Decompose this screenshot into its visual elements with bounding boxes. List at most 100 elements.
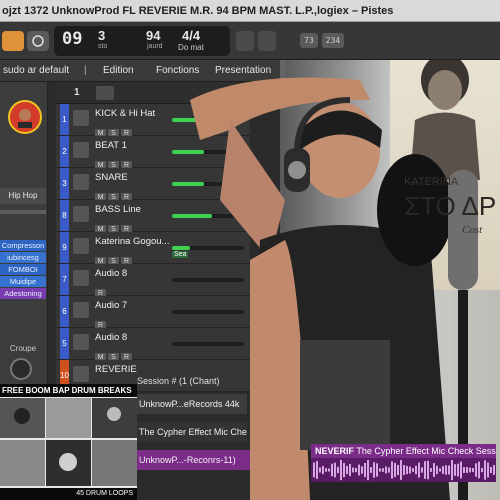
lcd-key: Do mat [178, 43, 204, 52]
waveform-bar [418, 462, 420, 478]
waveform-bar [409, 466, 411, 474]
waveform-bar [334, 462, 336, 478]
now-playing-artist: NEVERIF [315, 446, 355, 456]
waveform-bar [436, 465, 438, 475]
waveform-bar [448, 465, 450, 475]
waveform-bar [445, 465, 447, 475]
lcd-beat-label: sto [98, 43, 108, 50]
menu-item-edition[interactable]: Edition [103, 65, 134, 76]
metronome-button[interactable] [258, 31, 276, 51]
plugin-slot[interactable]: Compresson [0, 240, 46, 251]
waveform-bar [487, 462, 489, 478]
waveform-bar [430, 468, 432, 472]
singer-photo: KATERINA ΣΤΟ ΔΡ Cost [190, 60, 500, 500]
waveform-bar [463, 467, 465, 473]
track-extra: Sea [172, 251, 189, 258]
poster-sub: Cost [462, 224, 483, 236]
waveform-bar [370, 467, 372, 473]
waveform-bar [484, 460, 486, 480]
inspector-setting[interactable]: Hip Hop [0, 188, 46, 204]
inspector-divider [0, 210, 46, 214]
waveform-bar [475, 463, 477, 477]
lcd-beat: 3 [98, 28, 106, 43]
track-icon [73, 366, 89, 382]
poster-title: ΣΤΟ ΔΡ [404, 191, 496, 221]
now-playing-region[interactable]: NEVERIF The Cypher Effect Mic Check Sess… [311, 444, 496, 458]
waveform-bar [424, 461, 426, 479]
waveform-bar [400, 460, 402, 480]
track-number: 3 [60, 168, 69, 199]
waveform-bar [397, 464, 399, 476]
track-name[interactable]: BASS Line [95, 204, 141, 215]
waveform-bar [331, 463, 333, 477]
waveform-bar [490, 466, 492, 474]
waveform-bar [316, 461, 318, 479]
track-name[interactable]: Katerina Gogou... [95, 236, 169, 247]
track-icon [73, 270, 89, 286]
waveform-bar [349, 463, 351, 477]
track-number: 1 [60, 104, 69, 135]
track-icon [73, 302, 89, 318]
plugin-slot[interactable]: FOMBOI [0, 264, 46, 275]
cover-art: FREE BOOM BAP DRUM BREAKS 45 DRUM LOOPS [0, 384, 137, 500]
pan-knob[interactable] [10, 358, 32, 380]
waveform-bar [337, 466, 339, 474]
waveform-bar [355, 467, 357, 473]
track-name[interactable]: Audio 8 [95, 332, 127, 343]
waveform-bar [379, 468, 381, 472]
track-icon [73, 174, 89, 190]
waveform-bar [373, 462, 375, 478]
singer-photo-icon: KATERINA ΣΤΟ ΔΡ Cost [190, 60, 500, 500]
waveform-bar [451, 459, 453, 481]
cover-footer: 45 DRUM LOOPS [0, 488, 137, 500]
waveform-bar [469, 467, 471, 473]
waveform-bar [454, 464, 456, 476]
lcd-tempo: 94 [146, 28, 161, 43]
waveform-bar [346, 465, 348, 475]
counter-button-a[interactable]: 73 [300, 33, 318, 48]
menu-separator-icon: | [84, 65, 87, 76]
track-name[interactable]: BEAT 1 [95, 140, 127, 151]
waveform-bar [328, 468, 330, 472]
add-track-icon[interactable] [96, 86, 114, 100]
track-name[interactable]: Audio 8 [95, 268, 127, 279]
daw-window: ojzt 1372 UnknowProd FL REVERIE M.R. 94 … [0, 0, 500, 500]
waveform-bar [439, 468, 441, 472]
group-label: Croupe [9, 344, 37, 353]
record-button[interactable] [2, 31, 24, 51]
plugin-slot[interactable]: iubincesg [0, 252, 46, 263]
track-number: 5 [60, 328, 69, 359]
plugin-slot[interactable]: Muidipe [0, 276, 46, 287]
counter-button-b[interactable]: 234 [322, 33, 344, 48]
waveform-bar [394, 462, 396, 478]
track-icon [73, 334, 89, 350]
waveform-bar [340, 459, 342, 481]
project-label: sudo ar default [3, 65, 70, 76]
track-number: 6 [60, 296, 69, 327]
track-number: 2 [60, 136, 69, 167]
lcd-display[interactable]: 09 3 sto 94 jaurd 4/4 Do mat [54, 26, 230, 56]
track-name[interactable]: REVERIE [95, 364, 137, 375]
control-bar: 09 3 sto 94 jaurd 4/4 Do mat 73 234 [0, 22, 500, 60]
track-icon [73, 142, 89, 158]
poster-name: KATERINA [404, 176, 459, 188]
waveform-bar [367, 459, 369, 481]
track-name[interactable]: SNARE [95, 172, 128, 183]
waveform-bar [442, 466, 444, 474]
cycle-button[interactable] [27, 31, 49, 51]
track-number: 7 [60, 264, 69, 295]
badge-face-icon [18, 109, 32, 128]
tuner-button[interactable] [236, 31, 254, 51]
waveform-bar [421, 467, 423, 473]
track-name[interactable]: Audio 7 [95, 300, 127, 311]
waveform[interactable] [311, 458, 496, 482]
track-name[interactable]: KICK & Hi Hat [95, 108, 155, 119]
waveform-bar [460, 461, 462, 479]
plugin-slot[interactable]: Adestoning [0, 288, 46, 299]
waveform-bar [352, 467, 354, 473]
cover-photo-icon [0, 398, 137, 486]
waveform-bar [325, 468, 327, 472]
waveform-bar [493, 465, 495, 475]
now-playing-title: The Cypher Effect Mic Check Session [356, 446, 496, 456]
waveform-bar [481, 467, 483, 473]
